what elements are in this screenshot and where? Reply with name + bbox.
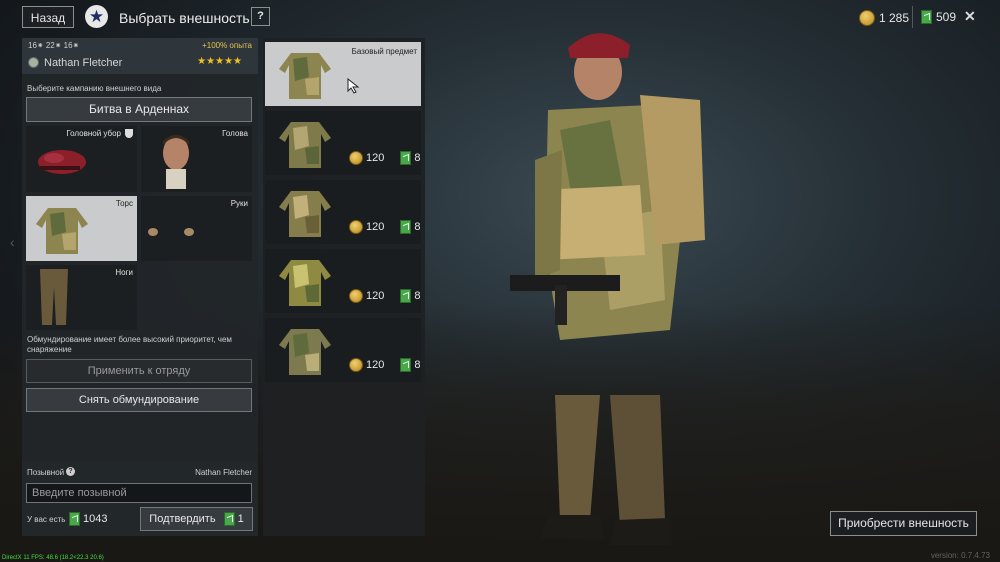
jacket-icon xyxy=(279,329,331,375)
ticket-price: 8 xyxy=(414,221,421,233)
gold-price: 120 xyxy=(366,152,385,164)
item-variant-2[interactable]: 120 8 xyxy=(265,180,421,244)
current-callsign: Nathan Fletcher xyxy=(195,468,252,477)
gold-coin-icon xyxy=(349,289,363,303)
item-price: 120 8 xyxy=(349,289,420,303)
close-icon[interactable]: ✕ xyxy=(964,8,976,25)
ticket-amount: 509 xyxy=(936,10,957,24)
purchase-appearance-button[interactable]: Приобрести внешность xyxy=(830,511,977,536)
campaign-select[interactable]: Битва в Арденнах xyxy=(26,97,252,122)
confirm-label: Подтвердить xyxy=(149,513,216,525)
slot-torso[interactable]: Торс xyxy=(26,196,137,261)
top-bar: Назад ★ Выбрать внешность ? 1 285 509 ✕ xyxy=(0,0,1000,36)
ticket-icon xyxy=(69,512,80,526)
uniform-priority-note: Обмундирование имеет более высокий приор… xyxy=(27,335,232,354)
ticket-icon xyxy=(400,358,412,372)
head-icon xyxy=(163,135,189,189)
gold-coin-icon xyxy=(349,358,363,372)
item-variant-1[interactable]: 120 8 xyxy=(265,111,421,175)
back-button[interactable]: Назад xyxy=(22,6,74,28)
item-base[interactable]: Базовый предмет xyxy=(265,42,421,106)
callsign-section: Позывной ? Nathan Fletcher Введите позыв… xyxy=(22,462,258,536)
gold-coin-icon xyxy=(859,10,875,26)
soldier-profile: 16⁕ 22⁕ 16⁕ +100% опыта Nathan Fletcher … xyxy=(22,38,258,74)
chevron-left-icon[interactable]: ‹ xyxy=(10,234,15,250)
ticket-price: 8 xyxy=(414,290,421,302)
slot-label: Ноги xyxy=(115,268,133,277)
gold-amount: 1 285 xyxy=(879,11,910,25)
slot-legs[interactable]: Ноги xyxy=(26,265,137,330)
trousers-icon xyxy=(40,269,68,325)
slot-label: Голова xyxy=(222,129,248,138)
gold-price: 120 xyxy=(366,221,385,233)
confirm-button[interactable]: Подтвердить 1 xyxy=(140,507,253,531)
balance-label: У вас есть xyxy=(27,515,66,524)
soldier-stats: 16⁕ 22⁕ 16⁕ xyxy=(28,41,80,50)
rating-stars: ★★★★★ xyxy=(197,56,242,67)
remove-uniform-button[interactable]: Снять обмундирование xyxy=(26,388,252,412)
slot-head[interactable]: Голова xyxy=(141,126,252,192)
gold-coin-icon xyxy=(349,151,363,165)
jacket-icon xyxy=(279,260,331,306)
beret-icon xyxy=(38,150,86,174)
slot-label: Руки xyxy=(230,199,248,208)
divider xyxy=(912,6,913,28)
appearance-panel: 16⁕ 22⁕ 16⁕ +100% опыта Nathan Fletcher … xyxy=(22,38,258,536)
gold-price: 120 xyxy=(366,290,385,302)
ticket-icon xyxy=(223,512,235,526)
campaign-label: Выберите кампанию внешнего вида xyxy=(27,84,162,93)
gold-price: 120 xyxy=(366,359,385,371)
item-label: Базовый предмет xyxy=(351,47,417,56)
confirm-cost: 1 xyxy=(223,508,244,530)
ticket-price: 8 xyxy=(414,152,421,164)
jacket-icon xyxy=(279,53,331,99)
gold-coin-icon xyxy=(349,220,363,234)
confirm-cost-value: 1 xyxy=(237,513,244,525)
xp-bonus: +100% опыта xyxy=(202,41,252,50)
shield-icon xyxy=(125,129,133,138)
callsign-label: Позывной xyxy=(27,468,65,477)
slot-label: Торс xyxy=(115,199,133,208)
star-icon: ★ xyxy=(85,5,108,28)
cursor-icon xyxy=(347,78,360,94)
apply-to-squad-button[interactable]: Применить к отряду xyxy=(26,359,252,383)
callsign-input[interactable]: Введите позывной xyxy=(26,483,252,503)
gloves-icon xyxy=(148,228,194,236)
ticket-price: 8 xyxy=(414,359,421,371)
fps-counter: DirectX 11 FPS: 48.6 (18.2<22.3 20.6) xyxy=(2,555,104,561)
slot-label: Головной убор xyxy=(66,129,121,138)
help-button[interactable]: ? xyxy=(251,7,270,26)
soldier-name: Nathan Fletcher xyxy=(44,57,123,69)
jacket-icon xyxy=(36,208,88,254)
ticket-icon xyxy=(400,220,412,234)
item-variant-4[interactable]: 120 8 xyxy=(265,318,421,382)
medal-icon xyxy=(28,57,39,68)
jacket-icon xyxy=(279,191,331,237)
jacket-icon xyxy=(279,122,331,168)
ticket-icon xyxy=(921,10,932,24)
version-label: version: 0.7.4.73 xyxy=(930,551,990,560)
slot-headgear[interactable]: Головной убор xyxy=(26,126,137,192)
page-title: Выбрать внешность xyxy=(119,10,250,26)
item-variant-3[interactable]: 120 8 xyxy=(265,249,421,313)
item-price: 120 8 xyxy=(349,151,420,165)
item-list: Базовый предмет 120 8 120 8 120 8 120 8 xyxy=(263,38,425,536)
item-price: 120 8 xyxy=(349,220,420,234)
ticket-amount: 1043 xyxy=(83,513,108,525)
ticket-balance: 509 xyxy=(921,10,956,24)
question-icon[interactable]: ? xyxy=(66,467,75,476)
gold-balance: 1 285 xyxy=(859,10,909,26)
ticket-icon xyxy=(400,289,412,303)
callsign-balance: 1043 xyxy=(69,512,107,526)
ticket-icon xyxy=(400,151,412,165)
slot-hands[interactable]: Руки xyxy=(141,196,252,261)
item-price: 120 8 xyxy=(349,358,420,372)
